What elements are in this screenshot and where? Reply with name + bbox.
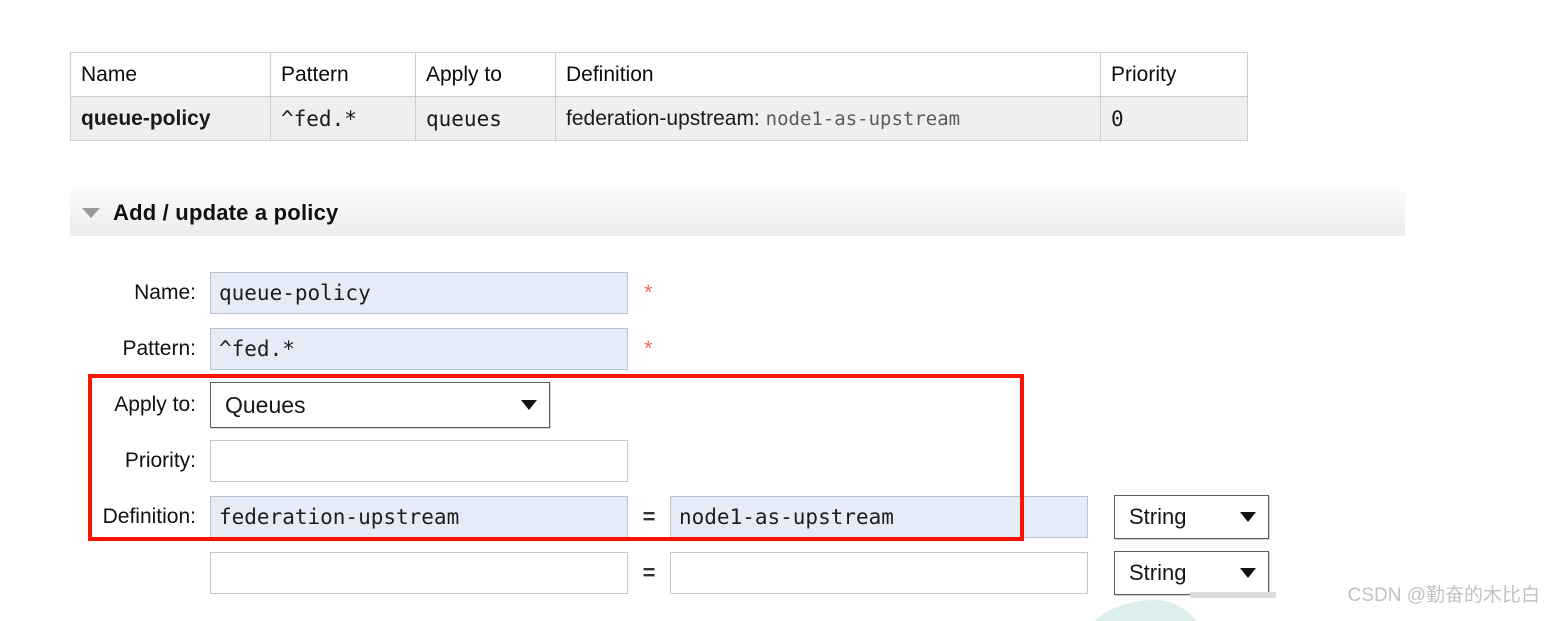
name-input[interactable]: queue-policy (210, 272, 628, 314)
definition-key-text: federation-upstream: (566, 106, 760, 130)
policies-table: Name Pattern Apply to Definition Priorit… (70, 52, 1248, 141)
page-decoration-bar (1190, 592, 1276, 598)
definition-key-input-1[interactable]: federation-upstream (210, 496, 628, 538)
watermark-text: CSDN @勤奋的木比白 (1347, 585, 1540, 606)
pattern-required-marker: * (644, 336, 653, 361)
definition-value-input-2[interactable] (670, 552, 1088, 594)
definition-label: Definition: (102, 505, 196, 528)
column-header-priority[interactable]: Priority (1100, 52, 1248, 97)
column-header-apply-to[interactable]: Apply to (415, 52, 556, 97)
definition-equals-1: = (642, 504, 656, 529)
policy-page: Name Pattern Apply to Definition Priorit… (0, 0, 1562, 621)
column-header-pattern[interactable]: Pattern (270, 52, 416, 97)
form-row-apply-to: Apply to: Queues (0, 377, 1562, 433)
pattern-input[interactable]: ^fed.* (210, 328, 628, 370)
apply-to-label: Apply to: (114, 393, 196, 416)
cell-policy-definition: federation-upstream: node1-as-upstream (555, 96, 1101, 141)
name-required-marker: * (644, 280, 653, 305)
triangle-down-icon[interactable] (82, 208, 100, 218)
form-row-priority: Priority: (0, 433, 1562, 489)
form-row-name: Name: queue-policy * (0, 265, 1562, 321)
definition-type-value-2: String (1129, 560, 1187, 585)
definition-key-input-2[interactable] (210, 552, 628, 594)
definition-value-input-1[interactable]: node1-as-upstream (670, 496, 1088, 538)
definition-type-value-1: String (1129, 504, 1187, 529)
cell-policy-name[interactable]: queue-policy (70, 96, 271, 141)
add-update-policy-section-header[interactable]: Add / update a policy (70, 190, 1405, 236)
form-row-pattern: Pattern: ^fed.* * (0, 321, 1562, 377)
page-decoration-blob (1082, 600, 1202, 621)
priority-label: Priority: (124, 449, 196, 472)
definition-type-select-1[interactable]: String (1114, 495, 1269, 539)
policy-form: Name: queue-policy * Pattern: ^fed.* * A… (0, 265, 1562, 601)
definition-equals-2: = (642, 560, 656, 585)
pattern-label: Pattern: (122, 337, 196, 360)
apply-to-select[interactable]: Queues (210, 382, 550, 428)
cell-policy-priority: 0 (1100, 96, 1248, 141)
definition-type-select-2[interactable]: String (1114, 551, 1269, 595)
column-header-definition[interactable]: Definition (555, 52, 1101, 97)
chevron-down-icon[interactable] (1240, 568, 1256, 578)
priority-input[interactable] (210, 440, 628, 482)
table-header-row: Name Pattern Apply to Definition Priorit… (70, 52, 1248, 97)
name-label: Name: (134, 281, 196, 304)
form-row-definition-1: Definition: federation-upstream = node1-… (0, 489, 1562, 545)
column-header-name[interactable]: Name (70, 52, 271, 97)
section-title: Add / update a policy (113, 200, 339, 225)
definition-value-text: node1-as-upstream (765, 107, 961, 130)
form-row-definition-2: = String (0, 545, 1562, 601)
cell-policy-pattern: ^fed.* (270, 96, 416, 141)
chevron-down-icon[interactable] (521, 400, 537, 410)
chevron-down-icon[interactable] (1240, 512, 1256, 522)
cell-policy-apply-to: queues (415, 96, 556, 141)
apply-to-selected-value: Queues (225, 391, 306, 418)
table-row[interactable]: queue-policy ^fed.* queues federation-up… (70, 96, 1248, 141)
